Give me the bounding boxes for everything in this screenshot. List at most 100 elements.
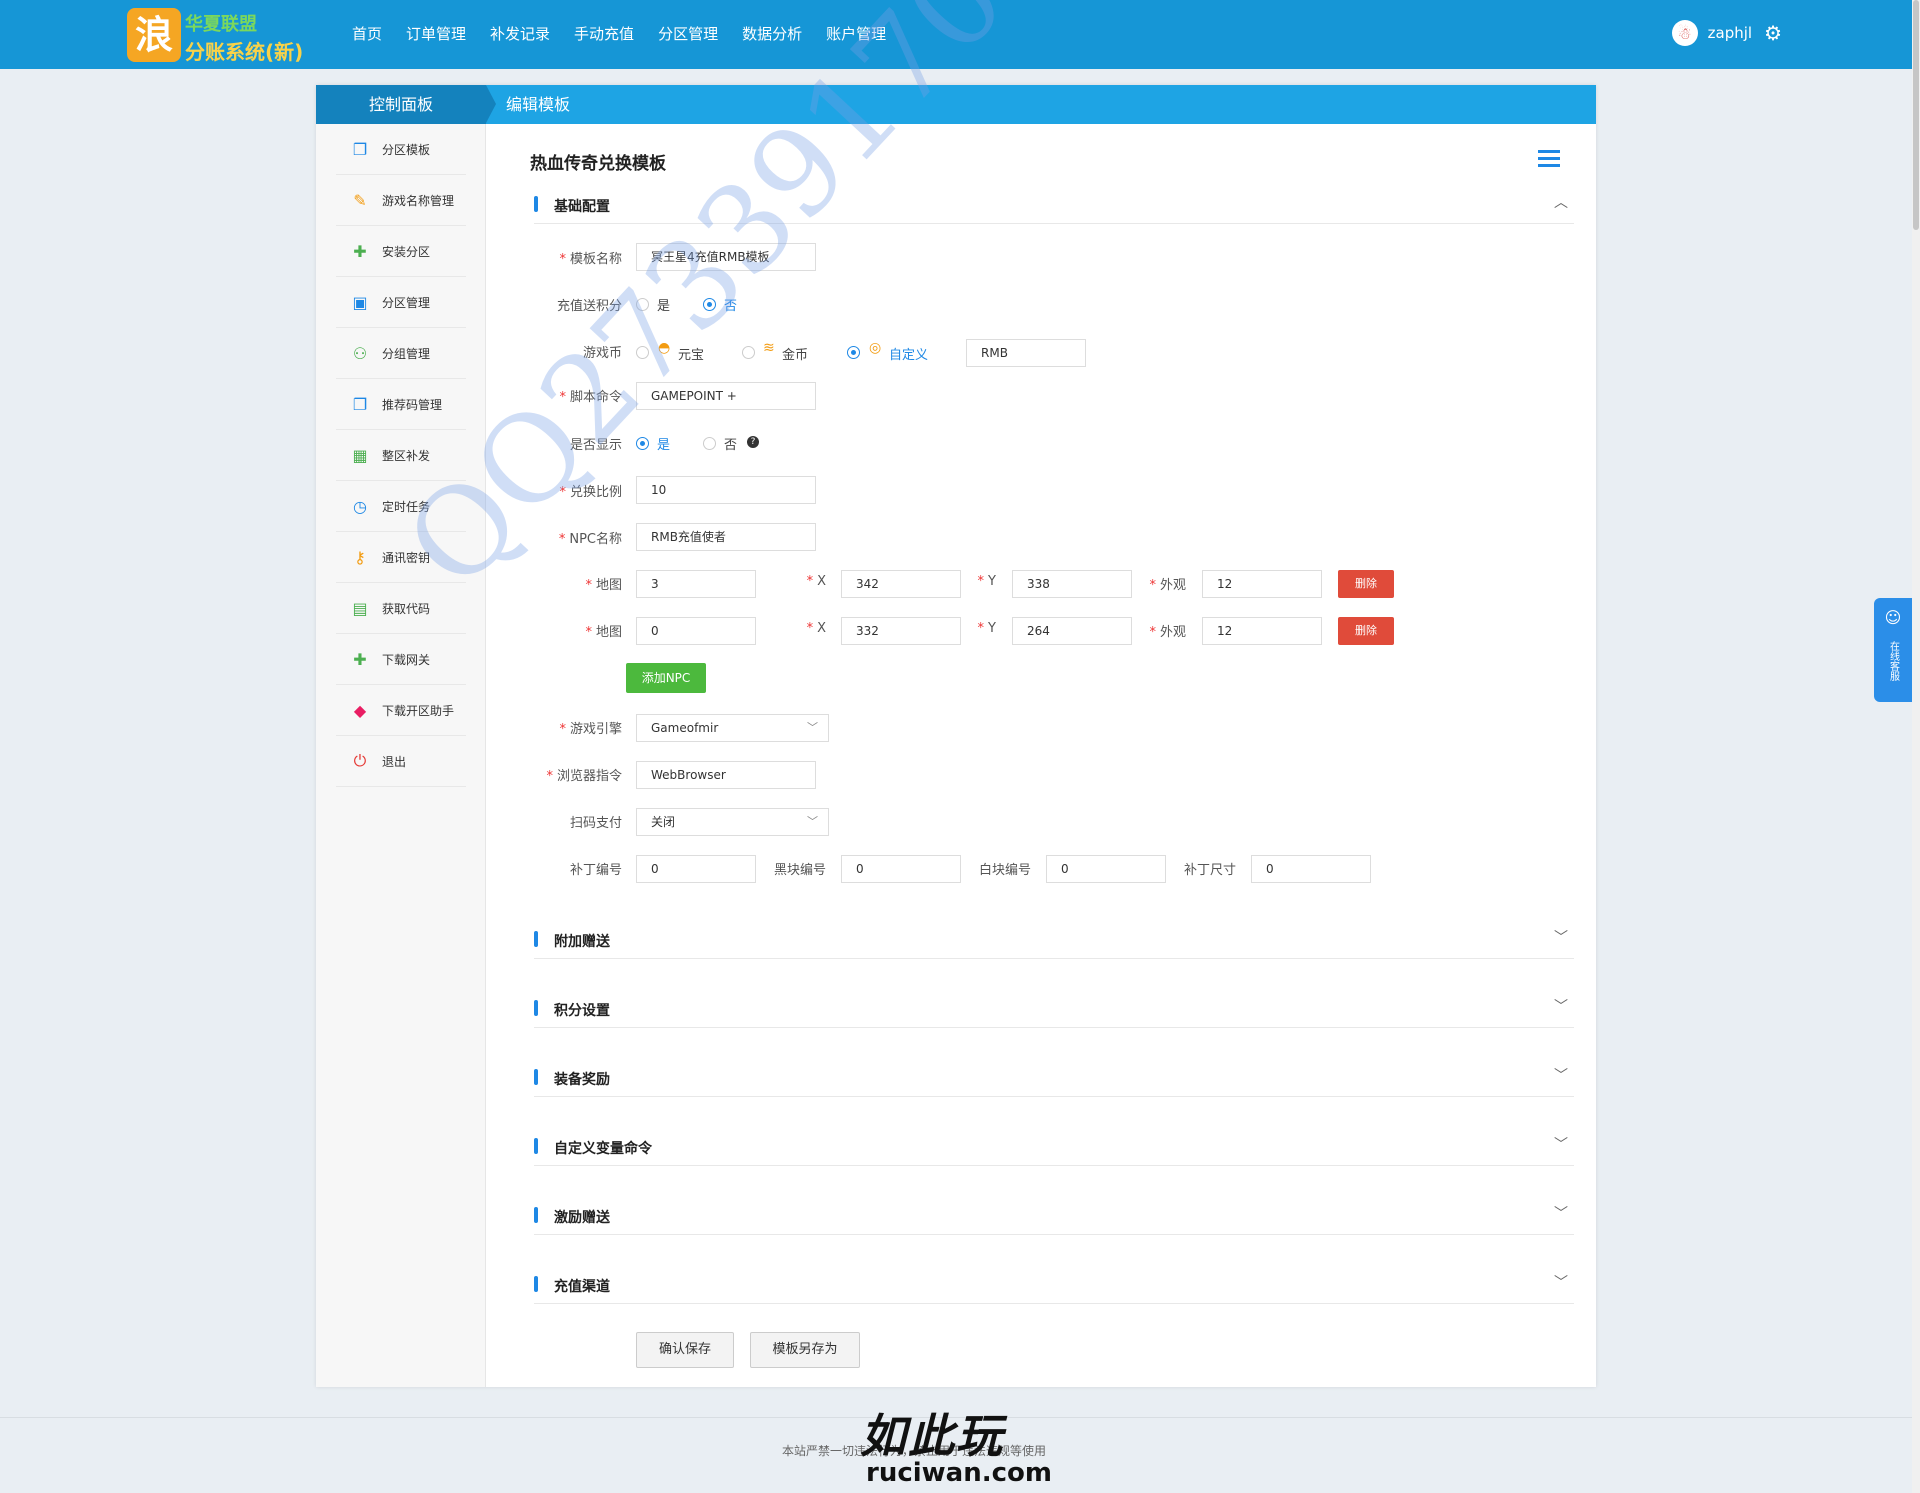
save-as-button[interactable]: 模板另存为 xyxy=(750,1332,860,1368)
npc-map-input[interactable]: 3 xyxy=(636,570,756,598)
npc-x-label: * X xyxy=(806,574,826,589)
app-logo[interactable]: 浪 华夏联盟 分账系统(新) xyxy=(127,8,307,64)
sidebar-item-download-gateway[interactable]: ✚ 下载网关 xyxy=(336,634,466,685)
black-block-input[interactable]: 0 xyxy=(841,855,961,883)
currency-custom-label[interactable]: 自定义 xyxy=(889,344,928,363)
section-custom-variable[interactable]: 自定义变量命令 ﹀ xyxy=(534,1126,1574,1166)
npc-x-label: * X xyxy=(806,621,826,636)
show-yes-label[interactable]: 是 xyxy=(657,434,670,453)
chevron-down-icon[interactable]: ﹀ xyxy=(1554,1134,1568,1154)
browser-command-input[interactable]: WebBrowser xyxy=(636,761,816,789)
user-menu[interactable]: ☃ zaphjl ⚙ xyxy=(1671,20,1782,46)
sidebar-item-game-names[interactable]: ✎ 游戏名称管理 xyxy=(336,175,466,226)
recharge-points-yes-radio[interactable] xyxy=(636,298,649,311)
username[interactable]: zaphjl xyxy=(1708,24,1752,42)
breadcrumb-dashboard[interactable]: 控制面板 xyxy=(316,85,486,124)
gear-icon[interactable]: ⚙ xyxy=(1764,21,1782,45)
recharge-points-no-radio[interactable] xyxy=(703,298,716,311)
currency-gold-label[interactable]: 金币 xyxy=(782,344,808,363)
recharge-points-no-label[interactable]: 否 xyxy=(724,295,737,314)
section-recharge-channel[interactable]: 充值渠道 ﹀ xyxy=(534,1264,1574,1304)
sidebar-item-referral-codes[interactable]: ❐ 推荐码管理 xyxy=(336,379,466,430)
npc-look-label: * 外观 xyxy=(1149,578,1186,593)
menu-icon[interactable] xyxy=(1538,150,1560,168)
currency-yuanbao-radio[interactable] xyxy=(636,346,649,359)
npc-name-input[interactable]: RMB充值使者 xyxy=(636,523,816,551)
nav-home[interactable]: 首页 xyxy=(340,0,394,69)
sidebar-item-logout[interactable]: ⏻ 退出 xyxy=(336,736,466,787)
currency-custom-radio[interactable] xyxy=(847,346,860,359)
sidebar-item-zone-reissue[interactable]: ▦ 整区补发 xyxy=(336,430,466,481)
white-block-input[interactable]: 0 xyxy=(1046,855,1166,883)
npc-map-input[interactable]: 0 xyxy=(636,617,756,645)
section-basic-config[interactable]: 基础配置 ︿ xyxy=(534,184,1574,224)
sidebar-item-download-helper[interactable]: ◆ 下载开区助手 xyxy=(336,685,466,736)
chevron-down-icon: ﹀ xyxy=(807,815,818,828)
chevron-down-icon[interactable]: ﹀ xyxy=(1554,1065,1568,1085)
npc-x-input[interactable]: 332 xyxy=(841,617,961,645)
yuanbao-icon: ◓ xyxy=(658,340,671,356)
chevron-up-icon[interactable]: ︿ xyxy=(1554,192,1568,212)
nav-orders[interactable]: 订单管理 xyxy=(394,0,478,69)
ratio-input[interactable]: 10 xyxy=(636,476,816,504)
delete-npc-button[interactable]: 删除 xyxy=(1338,570,1394,598)
sidebar-item-group-management[interactable]: ⚇ 分组管理 xyxy=(336,328,466,379)
add-npc-button[interactable]: 添加NPC xyxy=(626,663,706,693)
show-yes-radio[interactable] xyxy=(636,437,649,450)
currency-custom-input[interactable]: RMB xyxy=(966,339,1086,367)
section-marker xyxy=(534,1138,538,1154)
section-equipment-reward[interactable]: 装备奖励 ﹀ xyxy=(534,1057,1574,1097)
npc-x-input[interactable]: 342 xyxy=(841,570,961,598)
scan-pay-select[interactable]: 关闭 ﹀ xyxy=(636,808,829,836)
template-name-input[interactable]: 冥王星4充值RMB模板 xyxy=(636,243,816,271)
avatar[interactable]: ☃ xyxy=(1671,20,1698,46)
nav-zone-management[interactable]: 分区管理 xyxy=(646,0,730,69)
script-command-input[interactable]: GAMEPOINT + xyxy=(636,382,816,410)
section-marker xyxy=(534,1276,538,1292)
show-no-label[interactable]: 否 xyxy=(724,434,737,453)
sidebar-item-get-code[interactable]: ▤ 获取代码 xyxy=(336,583,466,634)
npc-y-input[interactable]: 264 xyxy=(1012,617,1132,645)
script-command-label: * 脚本命令 xyxy=(559,390,622,405)
section-extra-gift[interactable]: 附加赠送 ﹀ xyxy=(534,919,1574,959)
sidebar-item-comm-keys[interactable]: ⚷ 通讯密钥 xyxy=(336,532,466,583)
online-service-button[interactable]: ☺ 在线客服 xyxy=(1874,598,1912,702)
sidebar-item-scheduled-tasks[interactable]: ◷ 定时任务 xyxy=(336,481,466,532)
recharge-points-yes-label[interactable]: 是 xyxy=(657,295,670,314)
sidebar-item-label: 退出 xyxy=(382,754,407,769)
chevron-down-icon[interactable]: ﹀ xyxy=(1554,1203,1568,1223)
scrollbar-thumb[interactable] xyxy=(1913,0,1919,230)
nav-data-analysis[interactable]: 数据分析 xyxy=(730,0,814,69)
sidebar-item-zone-management[interactable]: ▣ 分区管理 xyxy=(336,277,466,328)
show-no-radio[interactable] xyxy=(703,437,716,450)
nav-account-management[interactable]: 账户管理 xyxy=(814,0,898,69)
section-points-settings[interactable]: 积分设置 ﹀ xyxy=(534,988,1574,1028)
npc-map-label: * 地图 xyxy=(585,578,622,593)
delete-npc-button[interactable]: 删除 xyxy=(1338,617,1394,645)
currency-gold-radio[interactable] xyxy=(742,346,755,359)
nav-manual-recharge[interactable]: 手动充值 xyxy=(562,0,646,69)
save-button[interactable]: 确认保存 xyxy=(636,1332,734,1368)
sidebar-item-zone-template[interactable]: ❐ 分区模板 xyxy=(336,124,466,175)
nav-reissue-records[interactable]: 补发记录 xyxy=(478,0,562,69)
breadcrumb-arrow-icon xyxy=(486,85,496,123)
currency-yuanbao-label[interactable]: 元宝 xyxy=(678,344,704,363)
chevron-down-icon[interactable]: ﹀ xyxy=(1554,1272,1568,1292)
sidebar-item-label: 推荐码管理 xyxy=(382,397,443,412)
wrench-icon: ✚ xyxy=(353,649,367,669)
chevron-down-icon[interactable]: ﹀ xyxy=(1554,996,1568,1016)
npc-y-input[interactable]: 338 xyxy=(1012,570,1132,598)
black-block-label: 黑块编号 xyxy=(773,863,826,878)
engine-select[interactable]: Gameofmir ﹀ xyxy=(636,714,829,742)
sidebar-item-install-zone[interactable]: ✚ 安装分区 xyxy=(336,226,466,277)
sidebar-item-label: 下载开区助手 xyxy=(382,703,455,718)
patch-number-input[interactable]: 0 xyxy=(636,855,756,883)
section-incentive-gift[interactable]: 激励赠送 ﹀ xyxy=(534,1195,1574,1235)
help-icon[interactable]: ? xyxy=(747,436,759,448)
npc-look-input[interactable]: 12 xyxy=(1202,570,1322,598)
chevron-down-icon[interactable]: ﹀ xyxy=(1554,927,1568,947)
sidebar-item-label: 通讯密钥 xyxy=(382,550,431,565)
section-marker xyxy=(534,196,538,212)
patch-size-input[interactable]: 0 xyxy=(1251,855,1371,883)
npc-look-input[interactable]: 12 xyxy=(1202,617,1322,645)
